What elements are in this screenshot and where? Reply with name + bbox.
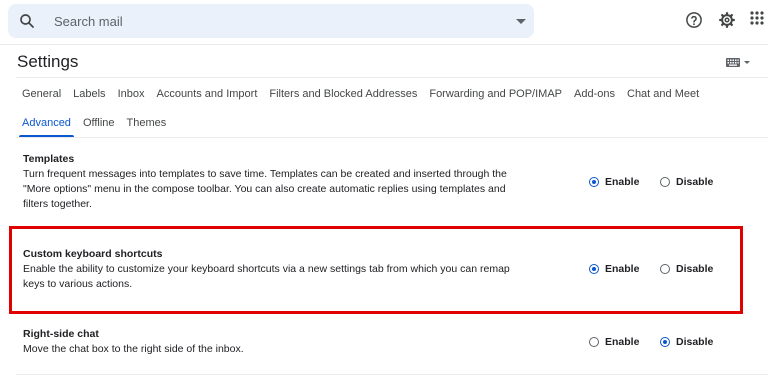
tab-filters-and-blocked-addresses[interactable]: Filters and Blocked Addresses (263, 86, 423, 106)
tab-labels[interactable]: Labels (67, 86, 111, 106)
radio-unselected[interactable] (660, 264, 670, 274)
divider (16, 137, 768, 138)
keyboard-icon[interactable] (726, 58, 740, 67)
radio-label: Enable (605, 336, 640, 348)
setting-custom-keyboard-shortcuts: Custom keyboard shortcuts Enable the abi… (23, 247, 523, 292)
radio-label: Disable (676, 263, 714, 275)
tab-accounts-and-import[interactable]: Accounts and Import (150, 86, 263, 106)
setting-title: Custom keyboard shortcuts (23, 248, 163, 260)
tab-offline[interactable]: Offline (77, 115, 121, 135)
settings-tabs-row-2: Advanced Offline Themes (16, 115, 172, 135)
tab-general[interactable]: General (16, 86, 67, 106)
tab-add-ons[interactable]: Add-ons (568, 86, 621, 106)
input-tools-dropdown-icon[interactable] (744, 61, 750, 64)
settings-tabs-row-1: General Labels Inbox Accounts and Import… (16, 86, 705, 106)
setting-templates: Templates Turn frequent messages into te… (23, 152, 523, 212)
setting-description: Move the chat box to the right side of t… (23, 343, 244, 355)
search-options-icon[interactable] (516, 19, 526, 24)
radio-unselected[interactable] (589, 337, 599, 347)
keyboard-shortcuts-disable-radio[interactable]: Disable (660, 263, 713, 275)
radio-label: Enable (605, 263, 640, 275)
divider (0, 44, 768, 45)
setting-title: Templates (23, 153, 75, 165)
templates-disable-radio[interactable]: Disable (660, 176, 713, 188)
radio-unselected[interactable] (660, 177, 670, 187)
templates-enable-radio[interactable]: Enable (589, 176, 639, 188)
radio-label: Enable (605, 176, 640, 188)
page-title: Settings (17, 52, 79, 71)
apps-icon[interactable] (750, 11, 764, 25)
gear-icon[interactable] (718, 11, 736, 29)
search-input[interactable] (54, 12, 474, 30)
radio-selected[interactable] (660, 337, 670, 347)
right-side-chat-disable-radio[interactable]: Disable (660, 336, 713, 348)
setting-title: Right-side chat (23, 328, 99, 340)
radio-label: Disable (676, 176, 714, 188)
right-side-chat-enable-radio[interactable]: Enable (589, 336, 639, 348)
radio-selected[interactable] (589, 264, 599, 274)
setting-description: Turn frequent messages into templates to… (23, 168, 507, 210)
tab-forwarding-and-pop-imap[interactable]: Forwarding and POP/IMAP (423, 86, 568, 106)
radio-label: Disable (676, 336, 714, 348)
tab-themes[interactable]: Themes (121, 115, 173, 135)
divider (16, 77, 768, 78)
radio-selected[interactable] (589, 177, 599, 187)
setting-right-side-chat: Right-side chat Move the chat box to the… (23, 327, 523, 357)
tab-inbox[interactable]: Inbox (112, 86, 151, 106)
keyboard-shortcuts-enable-radio[interactable]: Enable (589, 263, 639, 275)
divider (16, 374, 768, 375)
tab-advanced[interactable]: Advanced (16, 115, 77, 135)
top-bar (0, 0, 768, 44)
tab-chat-and-meet[interactable]: Chat and Meet (621, 86, 705, 106)
search-icon[interactable] (18, 12, 36, 30)
help-icon[interactable] (685, 11, 703, 29)
setting-description: Enable the ability to customize your key… (23, 263, 510, 290)
search-bar[interactable] (8, 4, 534, 38)
